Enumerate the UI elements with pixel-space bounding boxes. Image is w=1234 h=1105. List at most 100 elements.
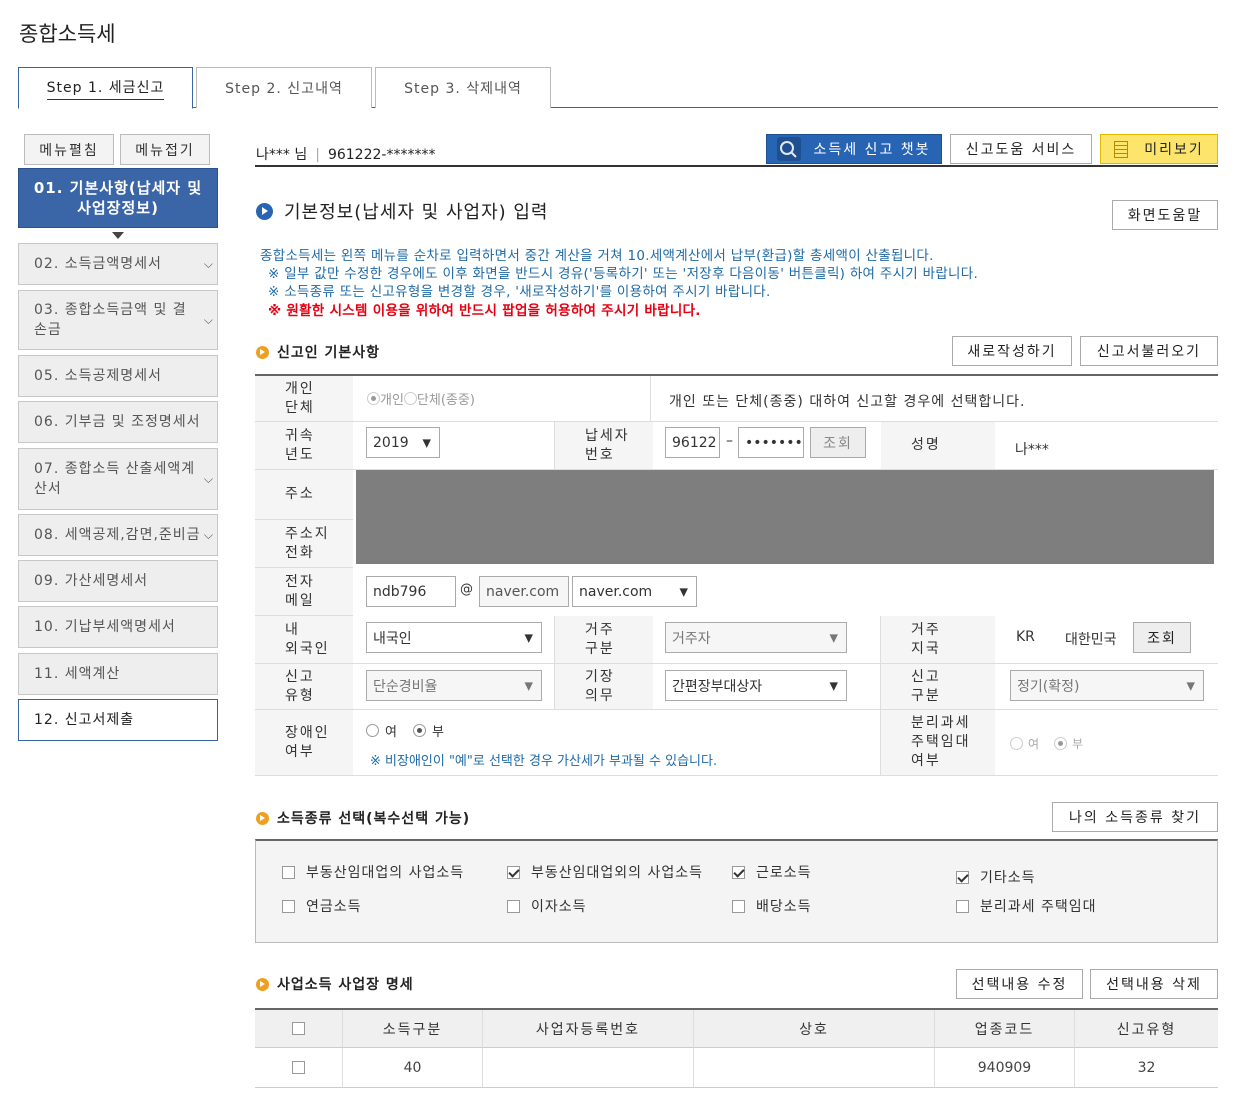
- income-checkbox-other[interactable]: 기타소득: [956, 867, 1036, 887]
- taxpayer-front-input[interactable]: 96122: [665, 427, 720, 458]
- taxpayer-dash: –: [726, 433, 733, 449]
- screen-help-button[interactable]: 화면도움말: [1112, 200, 1218, 230]
- checkbox[interactable]: [507, 899, 520, 913]
- type-group-radio[interactable]: [403, 392, 417, 405]
- email-domain-select[interactable]: naver.com ▼: [572, 576, 697, 607]
- region-name: 대한민국: [1065, 632, 1117, 648]
- sidebar-item-basic-info[interactable]: 01. 기본사항(납세자 및 사업장정보): [18, 168, 218, 228]
- header-biz-no: 사업자등록번호: [483, 1010, 694, 1048]
- page-title: 종합소득세: [19, 22, 116, 46]
- section-business-title: 사업소득 사업장 명세: [256, 974, 414, 994]
- type-description: 개인 또는 단체(종중) 대하여 신고할 경우에 선택합니다.: [651, 376, 1218, 422]
- income-checkbox-wage[interactable]: 근로소득: [732, 862, 812, 882]
- disabled-label: 장애인 여부: [255, 710, 353, 776]
- preview-button[interactable]: 미리보기: [1100, 134, 1218, 164]
- taxpayer-back-input[interactable]: •••••••: [738, 427, 804, 458]
- separate-yes-radio[interactable]: [1010, 737, 1023, 750]
- chevron-down-icon[interactable]: ⌵: [204, 469, 214, 489]
- income-type-box: [255, 839, 1218, 943]
- checkbox[interactable]: [292, 1022, 305, 1035]
- tab-step-1[interactable]: Step 1. 세금신고: [18, 67, 193, 109]
- sidebar-item-total-income[interactable]: 03. 종합소득금액 및 결손금 ⌵: [18, 290, 218, 350]
- year-select[interactable]: 2019 ▼: [366, 427, 440, 458]
- income-checkbox-separate-rental[interactable]: 분리과세 주택임대: [956, 896, 1097, 916]
- income-checkbox-dividend[interactable]: 배당소득: [732, 896, 812, 916]
- find-income-type-button[interactable]: 나의 소득종류 찾기: [1052, 802, 1218, 832]
- edit-selected-button[interactable]: 선택내용 수정: [956, 969, 1083, 999]
- disabled-no-radio[interactable]: [412, 724, 426, 737]
- header-industry: 업종코드: [935, 1010, 1075, 1048]
- region-code: KR: [1016, 629, 1035, 645]
- user-info: 나*** 님 | 961222-*******: [256, 147, 436, 163]
- document-icon: [1114, 140, 1129, 158]
- income-checkbox-business[interactable]: 부동산임대업외의 사업소득: [507, 862, 703, 882]
- sidebar-item-prepaid[interactable]: 10. 기납부세액명세서: [18, 606, 218, 648]
- new-write-button[interactable]: 새로작성하기: [952, 336, 1072, 366]
- checkbox[interactable]: [292, 1061, 305, 1074]
- checkbox[interactable]: [282, 899, 295, 913]
- tab-step-3[interactable]: Step 3. 삭제내역: [375, 67, 551, 108]
- taxpayer-label: 납세자 번호: [555, 422, 653, 470]
- sidebar-item-donation[interactable]: 06. 기부금 및 조정명세서: [18, 401, 218, 443]
- year-label: 귀속 년도: [255, 422, 353, 470]
- checkbox[interactable]: [956, 870, 969, 884]
- dropdown-arrow-icon: ▼: [829, 679, 838, 692]
- sidebar-item-income-statement[interactable]: 02. 소득금액명세서 ⌵: [18, 243, 218, 285]
- chatbot-button[interactable]: 소득세 신고 챗봇: [766, 134, 942, 164]
- checkbox[interactable]: [956, 899, 969, 913]
- income-checkbox-pension[interactable]: 연금소득: [282, 896, 362, 916]
- header-report-type: 신고유형: [1075, 1010, 1218, 1048]
- checkbox[interactable]: [732, 899, 745, 913]
- sidebar-item-penalty[interactable]: 09. 가산세명세서: [18, 560, 218, 602]
- dropdown-arrow-icon: ▼: [829, 631, 838, 644]
- separate-label: 분리과세 주택임대 여부: [881, 710, 995, 776]
- email-domain-input[interactable]: naver.com: [479, 576, 569, 607]
- section-income-title: 소득종류 선택(복수선택 가능): [256, 808, 470, 828]
- delete-selected-button[interactable]: 선택내용 삭제: [1090, 969, 1218, 999]
- report-type-label: 신고 유형: [255, 664, 353, 710]
- checkbox[interactable]: [507, 865, 520, 879]
- email-at: @: [460, 582, 473, 597]
- section-main-title: 기본정보(납세자 및 사업자) 입력: [256, 198, 549, 224]
- arrow-bullet-icon: [256, 977, 269, 991]
- taxpayer-lookup-button[interactable]: 조회: [810, 427, 866, 458]
- help-service-button[interactable]: 신고도움 서비스: [950, 134, 1092, 164]
- region-lookup-button[interactable]: 조회: [1133, 622, 1191, 653]
- report-type-select[interactable]: 단순경비율 ▼: [366, 670, 542, 701]
- report-kind-select[interactable]: 정기(확정) ▼: [1010, 670, 1204, 701]
- checkbox[interactable]: [282, 865, 295, 879]
- phone-label: 주소지 전화: [255, 520, 353, 568]
- arrow-bullet-icon: [256, 202, 273, 220]
- income-checkbox-interest[interactable]: 이자소득: [507, 896, 587, 916]
- region-label: 거주 지국: [881, 616, 995, 664]
- sidebar-item-tax-credit[interactable]: 08. 세액공제,감면,준비금 ⌵: [18, 514, 218, 556]
- disabled-yes-radio[interactable]: [366, 724, 379, 737]
- sidebar-item-tax-calc-sheet[interactable]: 07. 종합소득 산출세액계산서 ⌵: [18, 448, 218, 510]
- email-id-input[interactable]: ndb796: [366, 576, 456, 607]
- business-table: 소득구분 사업자등록번호 상호 업종코드 신고유형 40 940909 32: [255, 1008, 1218, 1088]
- divider: [255, 165, 1218, 167]
- sidebar-item-tax-calc[interactable]: 11. 세액계산: [18, 653, 218, 695]
- tab-step-2[interactable]: Step 2. 신고내역: [196, 67, 372, 108]
- dropdown-arrow-icon: ▼: [679, 585, 688, 598]
- chevron-down-icon[interactable]: ⌵: [204, 525, 214, 545]
- chevron-down-icon[interactable]: ⌵: [204, 254, 214, 274]
- load-report-button[interactable]: 신고서불러오기: [1080, 336, 1218, 366]
- residence-select[interactable]: 거주자 ▼: [665, 622, 847, 653]
- menu-collapse-button[interactable]: 메뉴접기: [120, 134, 210, 165]
- menu-expand-button[interactable]: 메뉴펼침: [24, 134, 114, 165]
- foreign-select[interactable]: 내국인 ▼: [366, 622, 542, 653]
- chevron-down-icon[interactable]: ⌵: [204, 310, 214, 330]
- income-checkbox-rental[interactable]: 부동산임대업의 사업소득: [282, 862, 464, 882]
- sidebar-item-submit[interactable]: 12. 신고서제출: [18, 699, 218, 741]
- dropdown-arrow-icon: ▼: [1186, 679, 1195, 692]
- foreign-label: 내 외국인: [255, 616, 353, 664]
- redacted-address-block: [356, 470, 1214, 564]
- separate-no-radio[interactable]: [1054, 737, 1068, 750]
- bookkeeping-select[interactable]: 간편장부대상자 ▼: [665, 670, 847, 701]
- sidebar-item-deduction[interactable]: 05. 소득공제명세서: [18, 355, 218, 397]
- checkbox[interactable]: [732, 865, 745, 879]
- type-individual-radio[interactable]: [367, 392, 380, 405]
- header-income-type: 소득구분: [343, 1010, 483, 1048]
- header-select-all: [255, 1010, 343, 1048]
